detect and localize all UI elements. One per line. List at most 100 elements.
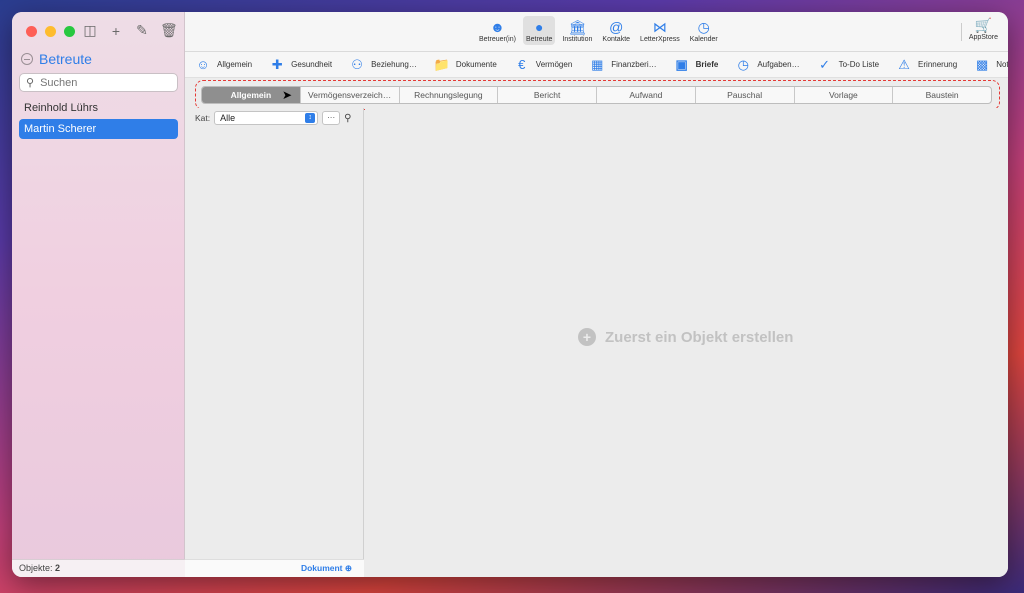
medical-case-icon: ✚ bbox=[271, 56, 283, 72]
plus-circle-icon: + bbox=[578, 328, 596, 346]
category-label: Dokumente bbox=[455, 60, 497, 69]
object-count-label: Objekte: bbox=[19, 563, 53, 573]
person-outline-icon: ☻ bbox=[490, 19, 505, 35]
document-type-segmented-control: Allgemein Vermögensverzeich… Rechnungsle… bbox=[201, 86, 992, 104]
category-select[interactable]: Alle ↕ bbox=[214, 111, 319, 125]
toolbar-button-label: Kalender bbox=[689, 36, 718, 43]
toolbar-button-label: LetterXpress bbox=[640, 36, 680, 43]
detail-pane: + Zuerst ein Objekt erstellen bbox=[365, 108, 1008, 577]
empty-state[interactable]: + Zuerst ein Objekt erstellen bbox=[578, 328, 793, 346]
add-document-button[interactable]: Dokument ⊕ bbox=[185, 559, 364, 577]
category-dokumente[interactable]: 📁 Dokumente bbox=[434, 57, 497, 73]
document-list-pane: Kat: Alle ↕ ··· ⚲ Dokument ⊕ bbox=[185, 108, 364, 577]
category-label: Allgemein bbox=[217, 60, 253, 69]
category-label: Beziehung… bbox=[371, 60, 417, 69]
document-icon: ▣ bbox=[675, 56, 688, 72]
category-finanzbericht[interactable]: ▦ Finanzberi… bbox=[589, 56, 657, 73]
category-gesundheit[interactable]: ✚ Gesundheit bbox=[269, 57, 332, 73]
cart-icon: 🛒 bbox=[974, 17, 993, 33]
zoom-window-button[interactable] bbox=[64, 26, 75, 37]
add-icon[interactable]: + bbox=[108, 23, 124, 39]
category-vermoegen[interactable]: € Vermögen bbox=[514, 57, 572, 72]
category-label: To-Do Liste bbox=[838, 60, 880, 69]
segment-vorlage[interactable]: Vorlage bbox=[795, 87, 894, 103]
toolbar-button-label: Institution bbox=[562, 36, 593, 43]
note-icon: ▩ bbox=[976, 56, 989, 72]
more-options-button[interactable]: ··· bbox=[322, 111, 341, 125]
empty-state-message: Zuerst ein Objekt erstellen bbox=[605, 328, 794, 346]
sidebar-section-header[interactable]: Betreute bbox=[21, 51, 92, 67]
app-window: ◫ + ✎ 🗑 Betreute ⚲ Reinhold Lührs Martin… bbox=[12, 12, 1008, 577]
category-todo[interactable]: ✓ To-Do Liste bbox=[817, 57, 879, 73]
toolbar-button-letterxpress[interactable]: ⋈ LetterXpress bbox=[637, 16, 683, 45]
category-label: Aufgaben… bbox=[757, 60, 800, 69]
toggle-sidebar-icon[interactable]: ◫ bbox=[82, 22, 98, 39]
sidebar: ◫ + ✎ 🗑 Betreute ⚲ Reinhold Lührs Martin… bbox=[12, 12, 185, 577]
segment-pauschal[interactable]: Pauschal bbox=[696, 87, 795, 103]
alarm-clock-icon: ◷ bbox=[697, 19, 710, 35]
add-document-label: Dokument bbox=[300, 563, 343, 573]
toolbar-separator bbox=[961, 23, 962, 41]
category-bar: ☺ Allgemein ✚ Gesundheit ⚇ Beziehung… 📁 … bbox=[185, 52, 1008, 78]
toolbar-buttons: ☻ Betreuer(in) ● Betreute 🏛 Institution … bbox=[476, 16, 721, 45]
object-count-value: 2 bbox=[55, 563, 61, 573]
folder-icon: 📁 bbox=[433, 56, 451, 72]
category-label: Gesundheit bbox=[291, 60, 333, 69]
task-icon: ◷ bbox=[737, 56, 749, 72]
person-icon: ☺ bbox=[196, 57, 210, 72]
list-item[interactable]: Martin Scherer bbox=[19, 119, 178, 139]
filter-icon bbox=[21, 53, 33, 65]
list-item[interactable]: Reinhold Lührs bbox=[19, 98, 178, 118]
toolbar-button-label: Kontakte bbox=[602, 36, 631, 43]
minimize-window-button[interactable] bbox=[45, 26, 56, 37]
main-toolbar: ☻ Betreuer(in) ● Betreute 🏛 Institution … bbox=[185, 12, 1008, 52]
toolbar-button-institution[interactable]: 🏛 Institution bbox=[559, 16, 595, 45]
window-controls bbox=[26, 26, 75, 37]
category-select-value: Alle bbox=[220, 113, 236, 123]
toolbar-button-label: Betreute bbox=[525, 36, 553, 43]
sidebar-toolbar: ◫ + ✎ 🗑 bbox=[82, 22, 178, 39]
category-aufgaben[interactable]: ◷ Aufgaben… bbox=[735, 56, 800, 73]
bank-icon: 🏛 bbox=[568, 19, 587, 35]
segment-vermoegensverzeichnis[interactable]: Vermögensverzeich… bbox=[301, 87, 400, 103]
close-window-button[interactable] bbox=[26, 26, 37, 37]
at-book-icon: @ bbox=[609, 19, 624, 35]
search-icon: ⚲ bbox=[26, 77, 35, 89]
sidebar-search[interactable]: ⚲ bbox=[19, 73, 178, 92]
category-erinnerung[interactable]: ⚠ Erinnerung bbox=[896, 57, 957, 73]
toolbar-button-kontakte[interactable]: @ Kontakte bbox=[599, 16, 633, 45]
appstore-button[interactable]: 🛒 AppStore bbox=[969, 16, 998, 41]
edit-pencil-icon[interactable]: ✎ bbox=[134, 22, 150, 39]
plus-circle-icon: ⊕ bbox=[344, 563, 352, 573]
toolbar-button-betreuer[interactable]: ☻ Betreuer(in) bbox=[476, 16, 519, 45]
category-label: Briefe bbox=[695, 60, 719, 69]
search-icon[interactable]: ⚲ bbox=[344, 113, 351, 124]
category-briefe[interactable]: ▣ Briefe bbox=[674, 56, 719, 73]
trash-icon[interactable]: 🗑 bbox=[160, 22, 178, 39]
toolbar-button-label: Betreuer(in) bbox=[479, 36, 516, 43]
mouse-cursor-icon: ➤ bbox=[282, 88, 293, 102]
category-allgemein[interactable]: ☺ Allgemein bbox=[195, 57, 252, 72]
search-input[interactable] bbox=[40, 76, 161, 89]
bell-icon: ⚠ bbox=[898, 56, 910, 72]
segment-baustein[interactable]: Baustein bbox=[893, 87, 991, 103]
people-icon: ⚇ bbox=[351, 56, 363, 72]
segment-bericht[interactable]: Bericht bbox=[498, 87, 597, 103]
segment-aufwand[interactable]: Aufwand bbox=[597, 87, 696, 103]
category-beziehung[interactable]: ⚇ Beziehung… bbox=[349, 57, 417, 73]
chart-icon: ▦ bbox=[591, 56, 604, 72]
toolbar-button-betreute[interactable]: ● Betreute bbox=[522, 16, 556, 45]
category-label: Erinnerung bbox=[918, 60, 958, 69]
category-filter: Kat: Alle ↕ ··· ⚲ bbox=[195, 111, 351, 125]
toolbar-button-kalender[interactable]: ◷ Kalender bbox=[687, 16, 721, 45]
euro-icon: € bbox=[518, 57, 526, 72]
person-filled-icon: ● bbox=[534, 19, 544, 35]
chevron-updown-icon: ↕ bbox=[305, 113, 316, 123]
segment-rechnungslegung[interactable]: Rechnungslegung bbox=[400, 87, 499, 103]
category-label: Vermögen bbox=[535, 60, 573, 69]
category-label: Finanzberi… bbox=[611, 60, 657, 69]
category-notiz[interactable]: ▩ Notiz bbox=[974, 57, 1008, 73]
sidebar-section-title: Betreute bbox=[39, 51, 92, 67]
category-label: Notiz bbox=[996, 60, 1008, 69]
person-list: Reinhold Lührs Martin Scherer bbox=[19, 98, 178, 140]
